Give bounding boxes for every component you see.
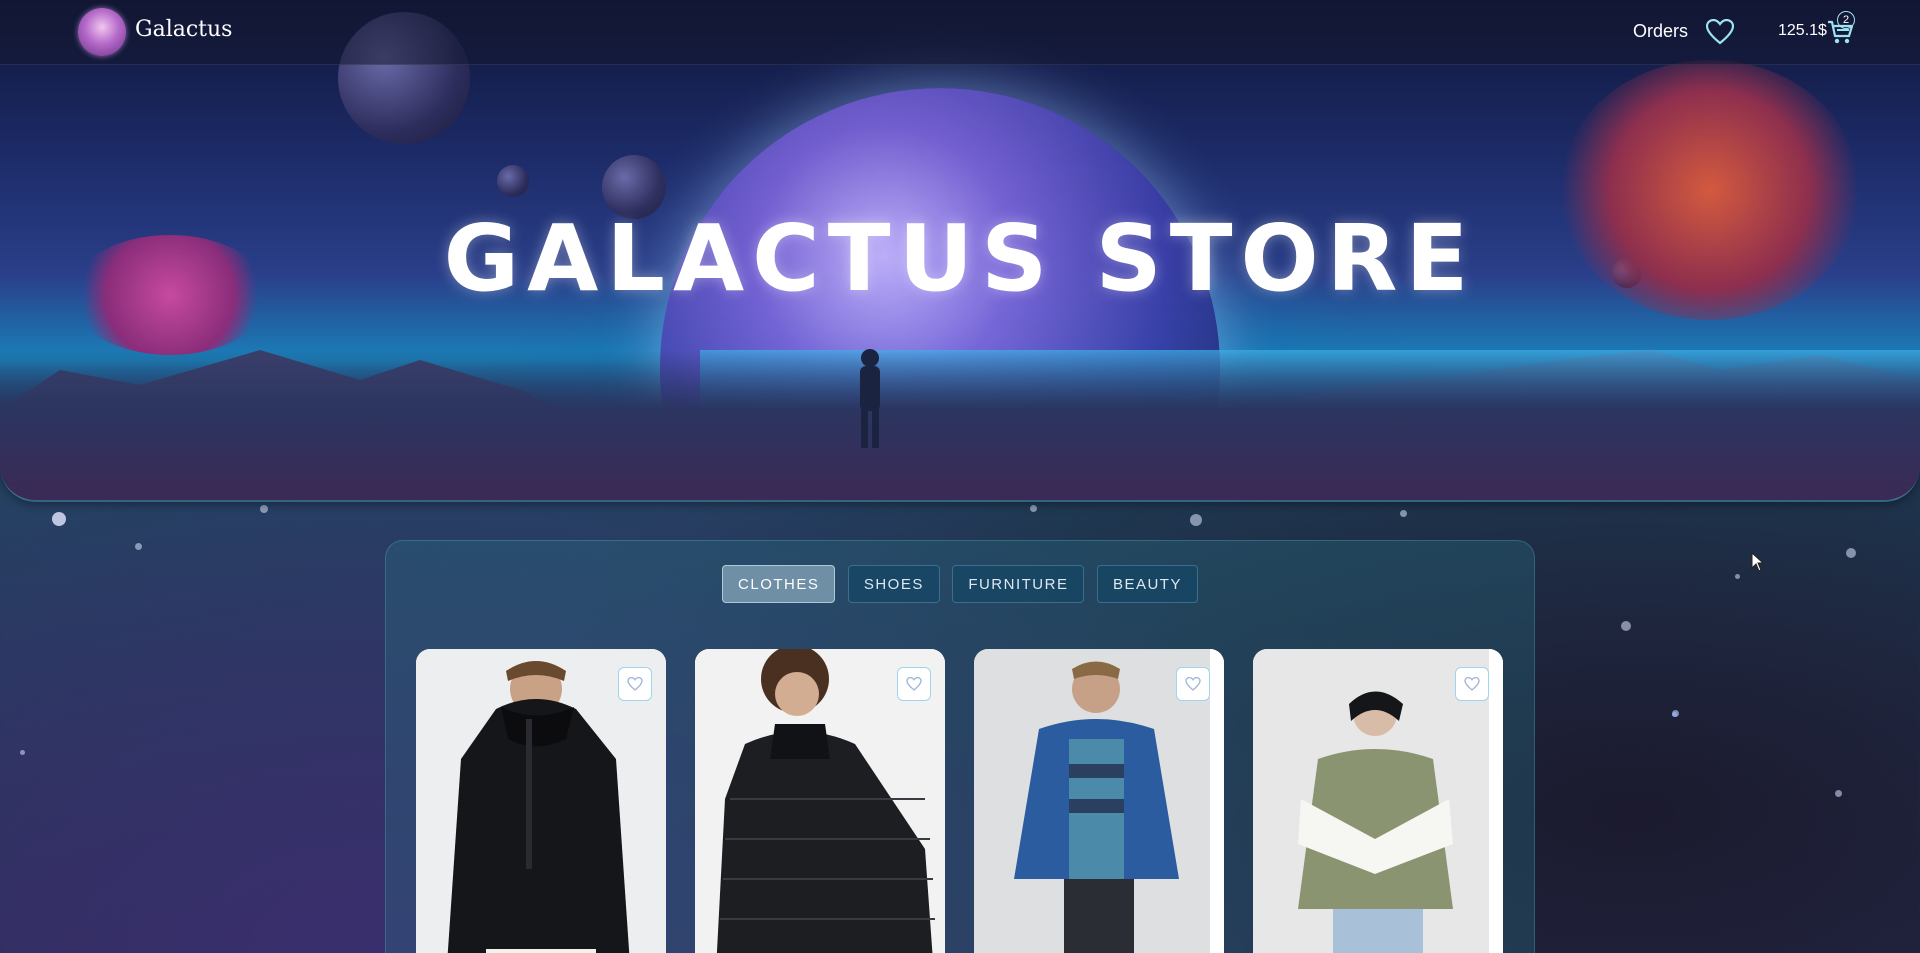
tab-shoes[interactable]: SHOES: [847, 565, 940, 603]
moon: [497, 165, 529, 197]
product-grid: [416, 649, 1504, 953]
hero-banner: GALACTUS STORE: [0, 0, 1920, 502]
heart-icon: [1185, 677, 1201, 691]
logo-icon[interactable]: [78, 8, 126, 56]
product-card[interactable]: [416, 649, 666, 953]
product-card[interactable]: [974, 649, 1224, 953]
heart-icon: [906, 677, 922, 691]
favorite-button[interactable]: [618, 667, 652, 701]
ground: [0, 350, 1920, 500]
tab-beauty[interactable]: BEAUTY: [1096, 565, 1198, 603]
heart-icon: [1464, 677, 1480, 691]
tab-clothes[interactable]: CLOTHES: [722, 565, 836, 603]
category-tabs: CLOTHES SHOES FURNITURE BEAUTY: [386, 565, 1534, 603]
balance-amount: 125.1$: [1778, 22, 1827, 39]
favorite-button[interactable]: [1176, 667, 1210, 701]
product-card[interactable]: [695, 649, 945, 953]
tab-furniture[interactable]: FURNITURE: [952, 565, 1085, 603]
catalog-panel: CLOTHES SHOES FURNITURE BEAUTY: [385, 540, 1535, 953]
astronaut-figure: [860, 349, 880, 448]
hero-title: GALACTUS STORE: [443, 205, 1477, 312]
product-card[interactable]: [1253, 649, 1503, 953]
favorite-button[interactable]: [897, 667, 931, 701]
heart-icon[interactable]: [1706, 19, 1734, 45]
orders-link[interactable]: Orders: [1633, 21, 1688, 42]
brand-name[interactable]: Galactus: [135, 17, 232, 42]
favorite-button[interactable]: [1455, 667, 1489, 701]
navbar: Galactus Orders 125.1$ 2: [0, 0, 1920, 65]
cart-count-badge: 2: [1837, 11, 1855, 29]
heart-icon: [627, 677, 643, 691]
mouse-cursor-icon: [1751, 552, 1765, 572]
